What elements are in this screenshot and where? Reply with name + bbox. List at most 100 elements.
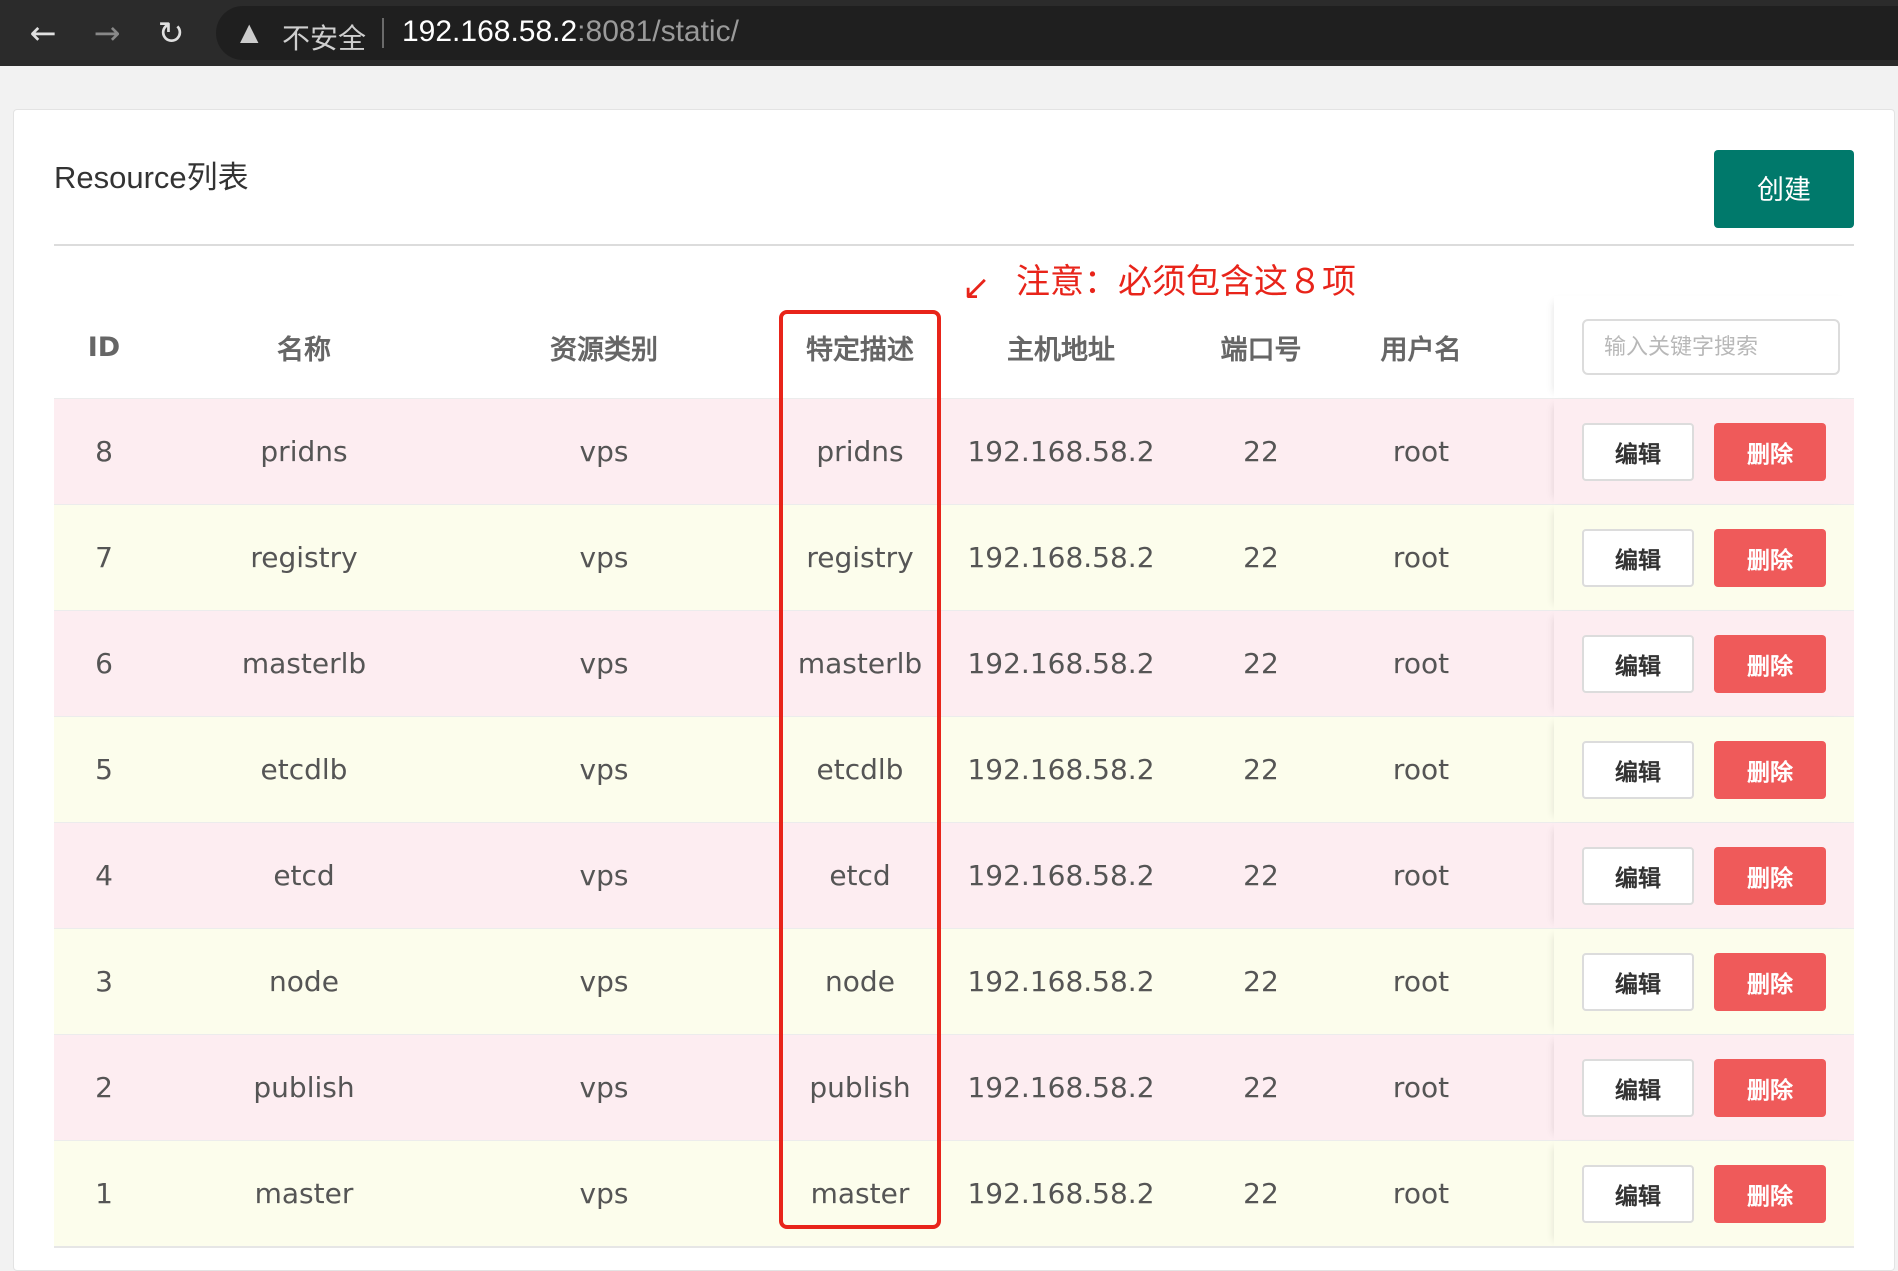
delete-button[interactable]: 删除 [1714, 740, 1826, 799]
cell-id: 7 [95, 541, 113, 574]
cell-type: vps [579, 541, 629, 574]
cell-desc: masterlb [797, 647, 923, 680]
delete-button[interactable]: 删除 [1714, 952, 1826, 1011]
cell-name: master [254, 1177, 354, 1210]
cell-desc: master [810, 1177, 910, 1210]
forward-arrow-icon[interactable]: → [84, 10, 130, 56]
cell-type: vps [579, 859, 629, 892]
address-bar[interactable]: ▲ 不安全 192.168.58.2:8081/static/ [216, 6, 1898, 60]
insecure-label[interactable]: 不安全 [282, 17, 366, 57]
row-actions: 编辑 删除 [1554, 1035, 1854, 1140]
header-desc: 特定描述 [806, 334, 914, 366]
cell-desc: pridns [816, 435, 904, 468]
annotation-text: 注意：必须包含这８项 [1016, 262, 1356, 302]
delete-button[interactable]: 删除 [1714, 1058, 1826, 1117]
delete-button[interactable]: 删除 [1714, 528, 1826, 587]
resource-table: ID 名称 资源类别 特定描述 主机地址 端口号 用户名 8 pridns vps p… [54, 296, 1854, 1246]
url-host: 192.168.58.2 [402, 15, 578, 48]
row-actions: 编辑 删除 [1554, 717, 1854, 822]
cell-name: etcd [273, 859, 335, 892]
cell-name: registry [250, 541, 358, 574]
create-button[interactable]: 创建 [1714, 150, 1854, 228]
table-row: 8 pridns vps pridns 192.168.58.2 22 root 编辑 删除 [54, 398, 1854, 504]
edit-button[interactable]: 编辑 [1582, 846, 1694, 905]
table-row: 5 etcdlb vps etcdlb 192.168.58.2 22 root 编辑 删除 [54, 716, 1854, 822]
edit-button[interactable]: 编辑 [1582, 1058, 1694, 1117]
cell-user: root [1392, 1177, 1450, 1210]
cell-host: 192.168.58.2 [967, 541, 1155, 574]
delete-button[interactable]: 删除 [1714, 634, 1826, 693]
cell-port: 22 [1243, 1071, 1279, 1104]
cell-id: 1 [95, 1177, 113, 1210]
search-input[interactable] [1582, 319, 1840, 375]
table-row: 3 node vps node 192.168.58.2 22 root 编辑 删除 [54, 928, 1854, 1034]
table-row: 7 registry vps registry 192.168.58.2 22 root 编辑… [54, 504, 1854, 610]
cell-user: root [1392, 753, 1450, 786]
cell-id: 3 [95, 965, 113, 998]
cell-desc: publish [809, 1071, 911, 1104]
back-arrow-icon[interactable]: ← [20, 10, 66, 56]
row-actions: 编辑 删除 [1554, 399, 1854, 504]
cell-user: root [1392, 435, 1450, 468]
cell-desc: etcd [829, 859, 891, 892]
cell-name: pridns [260, 435, 348, 468]
delete-button[interactable]: 删除 [1714, 1164, 1826, 1223]
cell-host: 192.168.58.2 [967, 1071, 1155, 1104]
header-ops [1554, 296, 1854, 398]
cell-id: 4 [95, 859, 113, 892]
cell-host: 192.168.58.2 [967, 1177, 1155, 1210]
cell-host: 192.168.58.2 [967, 965, 1155, 998]
cell-port: 22 [1243, 435, 1279, 468]
cell-type: vps [579, 647, 629, 680]
table-row: 1 master vps master 192.168.58.2 22 root 编辑 删除 [54, 1140, 1854, 1246]
cell-name: node [269, 965, 339, 998]
cell-host: 192.168.58.2 [967, 753, 1155, 786]
page-title: Resource列表 [54, 160, 249, 195]
cell-port: 22 [1243, 1177, 1279, 1210]
cell-user: root [1392, 965, 1450, 998]
cell-port: 22 [1243, 647, 1279, 680]
table-header: ID 名称 资源类别 特定描述 主机地址 端口号 用户名 [54, 296, 1854, 398]
cell-id: 6 [95, 647, 113, 680]
cell-port: 22 [1243, 965, 1279, 998]
edit-button[interactable]: 编辑 [1582, 528, 1694, 587]
cell-desc: registry [806, 541, 914, 574]
edit-button[interactable]: 编辑 [1582, 1164, 1694, 1223]
cell-port: 22 [1243, 859, 1279, 892]
warning-icon[interactable]: ▲ [240, 18, 258, 46]
cell-type: vps [579, 965, 629, 998]
edit-button[interactable]: 编辑 [1582, 952, 1694, 1011]
header-host: 主机地址 [1007, 334, 1115, 366]
cell-name: etcdlb [260, 753, 348, 786]
cell-id: 2 [95, 1071, 113, 1104]
delete-button[interactable]: 删除 [1714, 846, 1826, 905]
reload-icon[interactable]: ↻ [148, 10, 194, 56]
row-actions: 编辑 删除 [1554, 823, 1854, 928]
browser-toolbar: ← → ↻ ▲ 不安全 192.168.58.2:8081/static/ [0, 0, 1898, 66]
table-body: 8 pridns vps pridns 192.168.58.2 22 root 编辑 删除 7 r… [54, 398, 1854, 1246]
cell-port: 22 [1243, 753, 1279, 786]
header-user: 用户名 [1380, 334, 1462, 366]
delete-button[interactable]: 删除 [1714, 422, 1826, 481]
cell-desc: etcdlb [816, 753, 904, 786]
edit-button[interactable]: 编辑 [1582, 740, 1694, 799]
row-actions: 编辑 删除 [1554, 505, 1854, 610]
cell-name: publish [253, 1071, 355, 1104]
edit-button[interactable]: 编辑 [1582, 634, 1694, 693]
cell-host: 192.168.58.2 [967, 435, 1155, 468]
cell-host: 192.168.58.2 [967, 859, 1155, 892]
header-id: ID [87, 331, 121, 363]
row-actions: 编辑 删除 [1554, 929, 1854, 1034]
annotation-arrow-icon: ↙ [962, 268, 991, 308]
cell-user: root [1392, 647, 1450, 680]
table-row: 2 publish vps publish 192.168.58.2 22 root 编辑 删除 [54, 1034, 1854, 1140]
cell-user: root [1392, 1071, 1450, 1104]
header-port: 端口号 [1220, 334, 1302, 366]
cell-user: root [1392, 859, 1450, 892]
cell-type: vps [579, 753, 629, 786]
cell-id: 8 [95, 435, 113, 468]
cell-desc: node [825, 965, 895, 998]
edit-button[interactable]: 编辑 [1582, 422, 1694, 481]
url-text[interactable]: 192.168.58.2:8081/static/ [402, 15, 739, 49]
url-path: :8081/static/ [577, 15, 739, 48]
